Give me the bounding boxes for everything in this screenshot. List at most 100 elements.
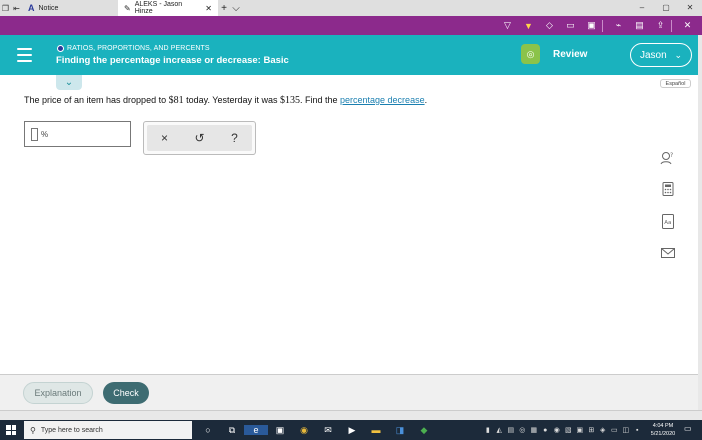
check-button[interactable]: Check bbox=[103, 382, 149, 404]
tab-menu-button[interactable]: ⌵ bbox=[230, 3, 242, 14]
browser-tab-aleks[interactable]: ✎ ALEKS - Jason Hinze ✕ bbox=[118, 0, 218, 16]
calculator-icon[interactable] bbox=[656, 178, 680, 200]
tab-back-icon[interactable]: ⇤ bbox=[11, 0, 22, 16]
system-tray: ▮ ◭ ▤ ◎ ▦ ● ◉ ▧ ▣ ⊞ ◈ ▭ ◫ ▪ bbox=[482, 420, 643, 440]
previous-price: $135 bbox=[279, 95, 300, 106]
windows-start-icon[interactable] bbox=[6, 425, 16, 435]
minimize-button[interactable]: – bbox=[630, 0, 654, 16]
tray-app-icon[interactable]: ◭ bbox=[494, 426, 506, 434]
percent-unit: % bbox=[41, 129, 49, 139]
app-header: RATIOS, PROPORTIONS, AND PERCENTS Findin… bbox=[0, 35, 698, 75]
mail-app-icon[interactable]: ✉ bbox=[316, 425, 340, 436]
file-explorer-icon[interactable]: ▬ bbox=[364, 425, 388, 435]
vertical-scrollbar[interactable] bbox=[698, 35, 702, 410]
clock-time: 4:04 PM bbox=[652, 423, 674, 429]
user-name: Jason bbox=[640, 49, 667, 61]
close-window-button[interactable]: ✕ bbox=[678, 0, 702, 16]
topic-text: RATIOS, PROPORTIONS, AND PERCENTS bbox=[67, 45, 210, 52]
chevron-down-icon: ⌄ bbox=[64, 77, 74, 88]
explanation-button[interactable]: Explanation bbox=[23, 382, 93, 404]
outlook-icon[interactable]: ◨ bbox=[388, 425, 412, 436]
taskbar-search-input[interactable]: ⚲ Type here to search bbox=[24, 421, 192, 439]
green-app-icon[interactable]: ◆ bbox=[412, 425, 436, 436]
user-menu-button[interactable]: Jason ⌄ bbox=[630, 43, 692, 67]
browser-tab-notice[interactable]: A Notice bbox=[22, 0, 118, 16]
question-part: today. Yesterday it was bbox=[183, 95, 280, 105]
answer-input[interactable]: % bbox=[24, 121, 131, 147]
review-button[interactable]: Review bbox=[553, 49, 587, 60]
tray-app-icon[interactable]: ◎ bbox=[517, 426, 529, 434]
collapse-header-button[interactable]: ⌄ bbox=[56, 75, 82, 90]
tray-app-icon[interactable]: ◉ bbox=[551, 426, 563, 434]
tray-app-icon[interactable]: ⊞ bbox=[586, 426, 598, 434]
tab-label: ALEKS - Jason Hinze bbox=[134, 1, 183, 15]
svg-text:Aa: Aa bbox=[664, 220, 671, 226]
tray-app-icon[interactable]: ▦ bbox=[528, 426, 540, 434]
topic-progress-icon bbox=[57, 45, 64, 52]
action-bar: Explanation Check bbox=[0, 374, 698, 410]
store-icon[interactable]: ▣ bbox=[268, 425, 292, 436]
tray-app-icon[interactable]: ▤ bbox=[505, 426, 517, 434]
horizontal-scrollbar[interactable] bbox=[0, 410, 702, 420]
tray-app-icon[interactable]: ▪ bbox=[632, 427, 644, 434]
tray-app-icon[interactable]: ▧ bbox=[563, 426, 575, 434]
question-part: . Find the bbox=[299, 95, 341, 105]
tray-app-icon[interactable]: ◫ bbox=[620, 426, 632, 434]
touch-write-icon[interactable]: ⌁ bbox=[608, 20, 629, 31]
pen-icon: ✎ bbox=[124, 3, 131, 13]
clear-button[interactable]: × bbox=[153, 131, 177, 145]
favorite-icon[interactable]: ▼ bbox=[518, 21, 539, 31]
question-part: . bbox=[424, 95, 428, 105]
help-button[interactable]: ? bbox=[223, 131, 247, 145]
question-part: The price of an item has dropped to bbox=[24, 95, 169, 105]
browser-toolbar: ▽ ▼ ◇ ▭ ▣ ⌁ ▤ ⇪ ✕ bbox=[0, 16, 702, 35]
exit-toolbar-icon[interactable]: ✕ bbox=[677, 20, 698, 31]
chrome-icon[interactable]: ◉ bbox=[292, 425, 316, 436]
question-text: The price of an item has dropped to $81 … bbox=[24, 95, 427, 106]
highlighter-icon[interactable]: ▽ bbox=[497, 20, 518, 31]
review-badge-icon[interactable]: ◎ bbox=[521, 44, 540, 64]
tab-label: Notice bbox=[38, 4, 59, 12]
close-tab-icon[interactable]: ✕ bbox=[205, 4, 212, 13]
hamburger-icon[interactable] bbox=[17, 48, 32, 66]
new-tab-button[interactable]: + bbox=[218, 3, 230, 14]
notifications-icon[interactable]: ▭ bbox=[684, 424, 694, 434]
current-price: $81 bbox=[168, 95, 184, 106]
topic-label: RATIOS, PROPORTIONS, AND PERCENTS bbox=[57, 45, 210, 52]
comment-icon[interactable]: ▭ bbox=[560, 20, 581, 31]
mail-icon[interactable] bbox=[656, 242, 680, 264]
window-controls: – ▢ ✕ bbox=[630, 0, 702, 16]
svg-text:?: ? bbox=[670, 152, 673, 159]
answer-cursor-box[interactable] bbox=[31, 127, 38, 141]
clip-icon[interactable]: ▣ bbox=[581, 20, 602, 31]
clock-date: 5/21/2020 bbox=[650, 431, 676, 437]
task-view-icon[interactable]: ⧉ bbox=[220, 425, 244, 436]
tray-app-icon[interactable]: ● bbox=[540, 427, 552, 434]
page-title: Finding the percentage increase or decre… bbox=[56, 55, 289, 66]
share-icon[interactable]: ⇪ bbox=[650, 20, 671, 31]
save-icon[interactable]: ▤ bbox=[629, 20, 650, 31]
taskbar-clock[interactable]: 4:04 PM 5/21/2020 bbox=[648, 422, 678, 438]
browser-tab-bar: ❐ ⇤ A Notice ✎ ALEKS - Jason Hinze ✕ + ⌵… bbox=[0, 0, 702, 16]
media-player-icon[interactable]: ▶ bbox=[340, 425, 364, 436]
tab-actions-icon[interactable]: ❐ bbox=[0, 0, 11, 16]
language-toggle[interactable]: Español bbox=[660, 79, 691, 88]
windows-taskbar: ⚲ Type here to search ○ ⧉ e ▣ ◉ ✉ ▶ ▬ ◨ … bbox=[0, 420, 702, 440]
dictionary-icon[interactable]: Aa bbox=[656, 210, 680, 232]
taskbar-apps: ○ ⧉ e ▣ ◉ ✉ ▶ ▬ ◨ ◆ bbox=[196, 420, 436, 440]
search-icon: ⚲ bbox=[30, 425, 36, 435]
answer-keypad: × ↺ ? bbox=[143, 121, 256, 155]
tray-app-icon[interactable]: ◈ bbox=[597, 426, 609, 434]
tray-app-icon[interactable]: ▣ bbox=[574, 426, 586, 434]
undo-button[interactable]: ↺ bbox=[188, 131, 212, 145]
search-placeholder: Type here to search bbox=[40, 426, 103, 434]
tray-app-icon[interactable]: ▭ bbox=[609, 426, 621, 434]
percentage-decrease-link[interactable]: percentage decrease bbox=[340, 95, 425, 105]
tray-app-icon[interactable]: ▮ bbox=[482, 426, 494, 434]
edge-icon[interactable]: e bbox=[244, 425, 268, 435]
ask-instructor-icon[interactable]: ? bbox=[656, 147, 680, 169]
chevron-down-icon: ⌄ bbox=[674, 49, 682, 60]
cortana-icon[interactable]: ○ bbox=[196, 425, 220, 435]
eraser-icon[interactable]: ◇ bbox=[539, 20, 560, 31]
maximize-button[interactable]: ▢ bbox=[654, 0, 678, 16]
